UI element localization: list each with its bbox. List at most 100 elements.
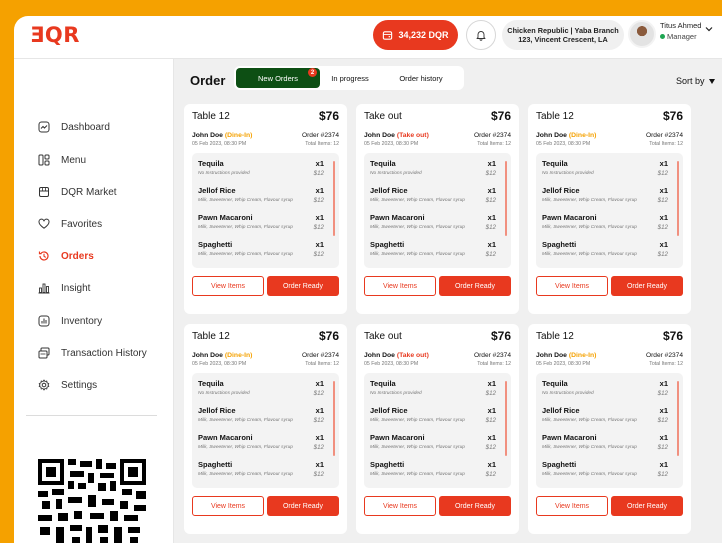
order-number: Order #2374 xyxy=(645,352,683,359)
order-card[interactable]: Table 12 $76 John Doe (Dine-In) 05 Feb 2023… xyxy=(528,104,691,314)
scrollbar[interactable] xyxy=(505,161,507,236)
order-items-list[interactable]: Tequila No Instructions provided x1 $12 Jell… xyxy=(192,373,339,488)
item-note: Milk, Sweetener, Whip Cream, Flavour syr… xyxy=(370,198,465,203)
item-name: Tequila xyxy=(370,379,396,388)
order-items-list[interactable]: Tequila No Instructions provided x1 $12 Jell… xyxy=(536,153,683,268)
sidebar-item-inventory[interactable]: Inventory xyxy=(38,312,102,330)
sidebar-item-dqr-market[interactable]: DQR Market xyxy=(38,183,117,201)
view-items-button[interactable]: View Items xyxy=(192,496,264,516)
item-price: $12 xyxy=(657,170,668,177)
tab-order-history[interactable]: Order history xyxy=(380,68,462,88)
sort-dropdown[interactable]: Sort by xyxy=(676,76,715,86)
history-icon xyxy=(38,251,49,261)
order-total-price: $76 xyxy=(490,329,511,343)
customer-name: John Doe xyxy=(364,352,395,359)
notifications-button[interactable] xyxy=(466,20,496,50)
item-price: $12 xyxy=(313,390,324,397)
item-name: Pawn Macaroni xyxy=(198,433,253,442)
scrollbar[interactable] xyxy=(677,161,679,236)
branch-name: Chicken Republic | Yaba Branch xyxy=(507,26,619,35)
wallet-balance-value: 34,232 DQR xyxy=(398,30,449,40)
order-items-list[interactable]: Tequila No Instructions provided x1 $12 Jell… xyxy=(536,373,683,488)
item-name: Jellof Rice xyxy=(542,186,580,195)
order-items-list[interactable]: Tequila No Instructions provided x1 $12 Jell… xyxy=(364,153,511,268)
orders-panel: Order New Orders 2 In progress Order his… xyxy=(174,59,722,543)
item-quantity: x1 xyxy=(315,159,324,168)
item-price: $12 xyxy=(485,224,496,231)
order-type: (Take out) xyxy=(396,352,429,359)
order-item: Tequila No Instructions provided x1 $12 xyxy=(198,159,324,181)
customer-name: John Doe xyxy=(364,132,395,139)
item-note: Milk, Sweetener, Whip Cream, Flavour syr… xyxy=(542,252,637,257)
order-ready-button[interactable]: Order Ready xyxy=(267,276,339,296)
order-number: Order #2374 xyxy=(301,352,339,359)
chevron-down-icon[interactable] xyxy=(704,24,714,34)
item-price: $12 xyxy=(313,417,324,424)
view-items-button[interactable]: View Items xyxy=(536,496,608,516)
sidebar-item-settings[interactable]: Settings xyxy=(38,376,97,394)
scrollbar[interactable] xyxy=(505,381,507,456)
item-name: Spaghetti xyxy=(198,460,233,469)
item-name: Tequila xyxy=(198,379,224,388)
tab-in-progress[interactable]: In progress xyxy=(320,68,380,88)
order-card[interactable]: Table 12 $76 John Doe (Dine-In) 05 Feb 2023… xyxy=(184,104,347,314)
tab-new-orders[interactable]: New Orders 2 xyxy=(236,68,320,88)
sidebar-item-dashboard[interactable]: Dashboard xyxy=(38,118,110,136)
order-total-price: $76 xyxy=(318,329,339,343)
order-items-list[interactable]: Tequila No Instructions provided x1 $12 Jell… xyxy=(192,153,339,268)
brand-logo[interactable]: ƎQR xyxy=(30,23,80,47)
order-item: Tequila No Instructions provided x1 $12 xyxy=(542,159,668,181)
qr-code-icon[interactable] xyxy=(38,459,146,543)
scrollbar[interactable] xyxy=(333,381,335,456)
order-items-list[interactable]: Tequila No Instructions provided x1 $12 Jell… xyxy=(364,373,511,488)
view-items-button[interactable]: View Items xyxy=(364,276,436,296)
item-price: $12 xyxy=(485,170,496,177)
item-price: $12 xyxy=(657,471,668,478)
tab-label: New Orders xyxy=(257,73,298,83)
total-items: Total Items: 12 xyxy=(477,361,511,367)
item-name: Jellof Rice xyxy=(370,186,408,195)
order-card[interactable]: Take out $76 John Doe (Take out) 05 Feb 202… xyxy=(356,324,519,534)
wallet-icon xyxy=(383,30,393,40)
item-quantity: x1 xyxy=(659,433,668,442)
order-ready-button[interactable]: Order Ready xyxy=(439,276,511,296)
order-type: (Dine-In) xyxy=(568,352,597,359)
item-price: $12 xyxy=(657,197,668,204)
view-items-button[interactable]: View Items xyxy=(536,276,608,296)
order-ready-button[interactable]: Order Ready xyxy=(267,496,339,516)
scrollbar[interactable] xyxy=(677,381,679,456)
branch-selector[interactable]: Chicken Republic | Yaba Branch 123, Vinc… xyxy=(502,20,624,50)
scrollbar[interactable] xyxy=(333,161,335,236)
sidebar-item-transaction-history[interactable]: Transaction History xyxy=(38,344,147,362)
item-name: Tequila xyxy=(370,159,396,168)
sidebar-item-favorites[interactable]: Favorites xyxy=(38,215,102,233)
order-type: (Dine-In) xyxy=(568,132,597,139)
item-note: Milk, Sweetener, Whip Cream, Flavour syr… xyxy=(370,225,465,230)
item-quantity: x1 xyxy=(487,159,496,168)
order-number: Order #2374 xyxy=(301,132,339,139)
sidebar-item-insight[interactable]: Insight xyxy=(38,279,90,297)
order-card[interactable]: Table 12 $76 John Doe (Dine-In) 05 Feb 2023… xyxy=(184,324,347,534)
item-note: No Instructions provided xyxy=(198,171,250,176)
view-items-button[interactable]: View Items xyxy=(192,276,264,296)
dashboard-icon xyxy=(38,121,50,133)
item-name: Spaghetti xyxy=(198,240,233,249)
order-card[interactable]: Table 12 $76 John Doe (Dine-In) 05 Feb 2023… xyxy=(528,324,691,534)
sidebar-item-orders[interactable]: Orders xyxy=(38,247,94,265)
page-title: Order xyxy=(190,73,226,88)
avatar[interactable] xyxy=(628,20,656,48)
item-quantity: x1 xyxy=(315,186,324,195)
order-ready-button[interactable]: Order Ready xyxy=(611,496,683,516)
sidebar-item-menu[interactable]: Menu xyxy=(38,151,86,169)
order-total-price: $76 xyxy=(318,109,339,123)
order-ready-button[interactable]: Order Ready xyxy=(439,496,511,516)
view-items-button[interactable]: View Items xyxy=(364,496,436,516)
tab-label: In progress xyxy=(331,73,369,83)
item-name: Spaghetti xyxy=(370,240,405,249)
order-card[interactable]: Take out $76 John Doe (Take out) 05 Feb 202… xyxy=(356,104,519,314)
order-ready-button[interactable]: Order Ready xyxy=(611,276,683,296)
order-source: Table 12 xyxy=(192,111,230,122)
order-item: Spaghetti Milk, Sweetener, Whip Cream, Fl… xyxy=(370,460,496,482)
wallet-balance-button[interactable]: 34,232 DQR xyxy=(373,20,458,50)
branch-address: 123, Vincent Crescent, LA xyxy=(518,35,608,44)
